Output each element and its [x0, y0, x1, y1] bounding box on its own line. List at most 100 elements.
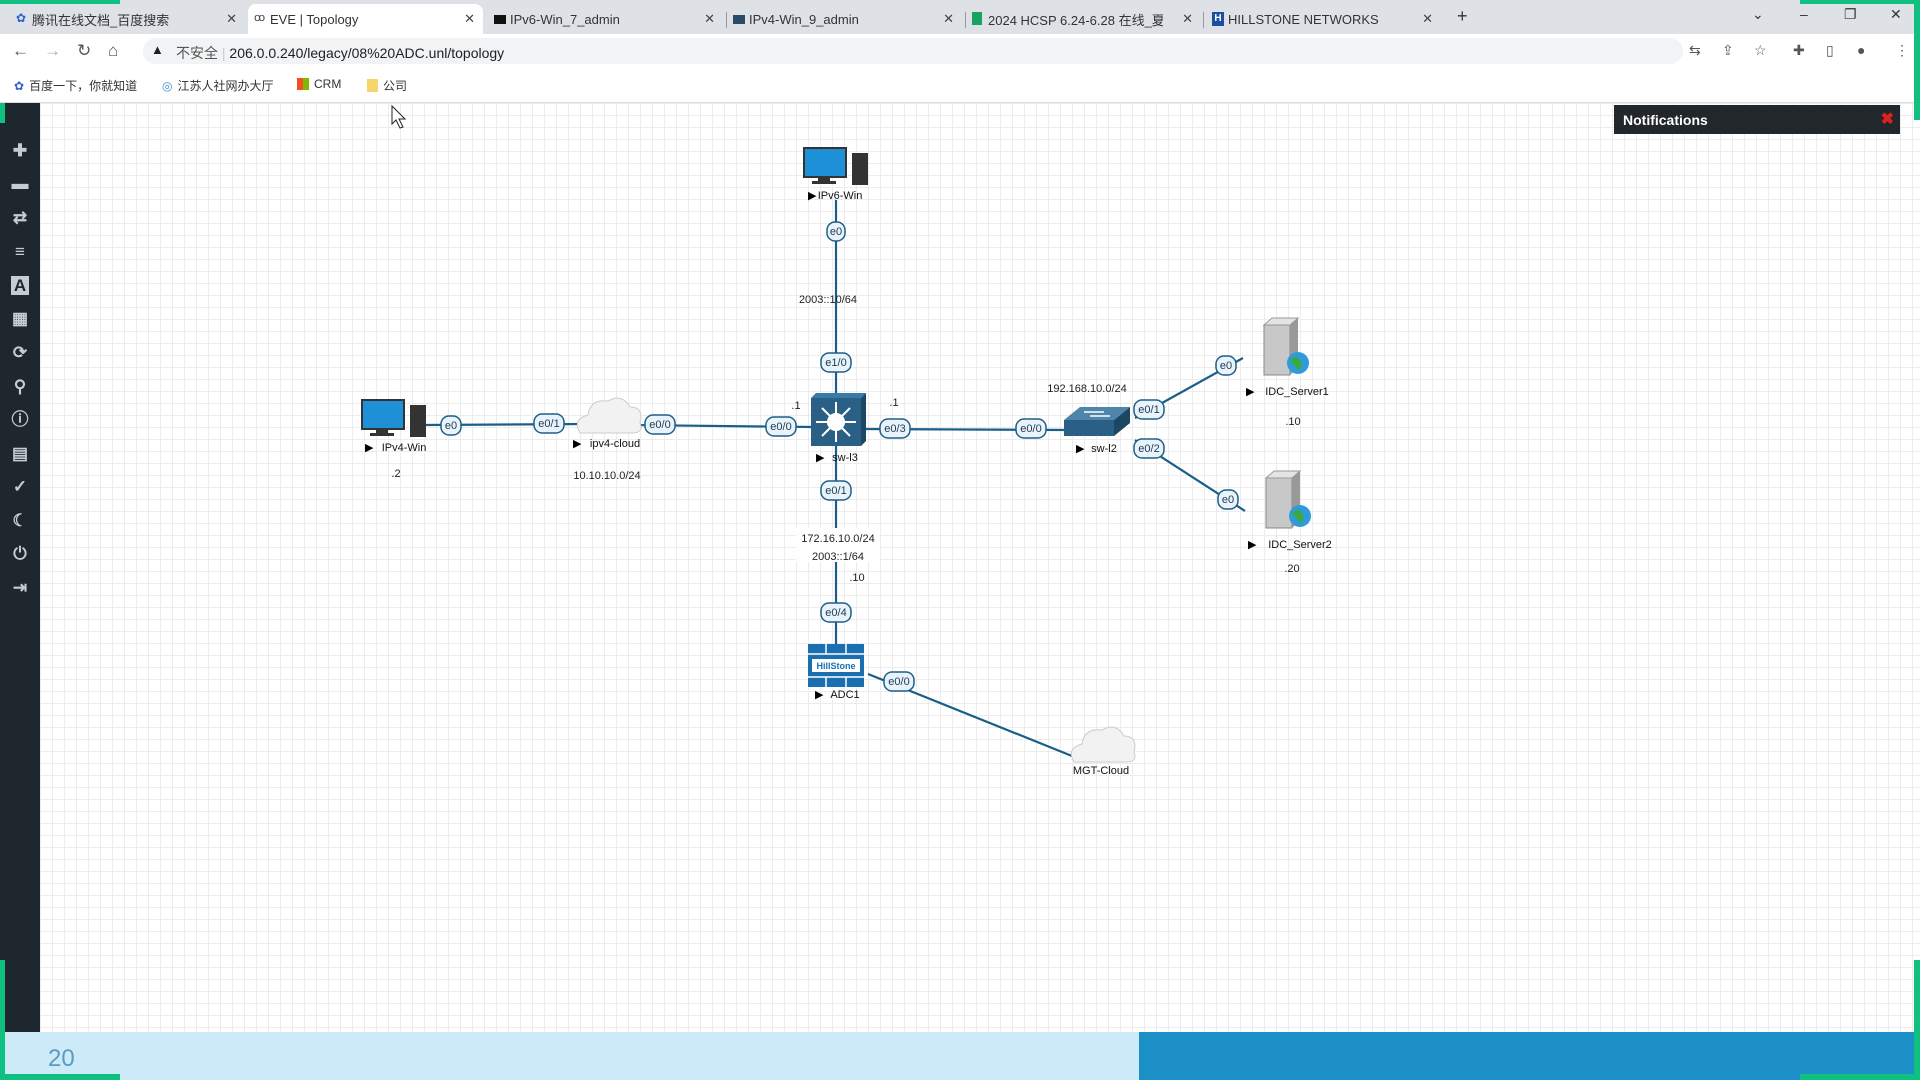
notifications-panel: Notifications ✖	[1614, 105, 1900, 134]
restore-button[interactable]: ❐	[1844, 6, 1857, 23]
svg-text:ADC1: ADC1	[830, 689, 859, 701]
tab-baidu[interactable]: ✿ 腾讯在线文档_百度搜索 ✕	[10, 4, 245, 34]
port-swl3-e0-0[interactable]: e0/0	[765, 416, 797, 437]
port-cloud-e0-1[interactable]: e0/1	[533, 413, 565, 434]
forward-icon[interactable]: →	[44, 41, 61, 61]
port-swl3-e0-1[interactable]: e0/1	[820, 480, 852, 501]
close-tab-icon[interactable]: ✕	[704, 11, 715, 27]
logout-icon[interactable]: ⇥	[9, 577, 31, 599]
node-ipv4-win[interactable]: IPv4-Win ▶	[361, 399, 426, 454]
close-tab-icon[interactable]: ✕	[226, 11, 237, 27]
play-icon[interactable]: ▶	[816, 452, 825, 464]
tab-search-icon[interactable]: ⌄	[1752, 6, 1764, 23]
bookmark-crm[interactable]: CRM	[297, 77, 341, 91]
play-icon[interactable]: ▶	[815, 689, 824, 701]
node-ipv4-cloud[interactable]: ipv4-cloud ▶	[573, 397, 642, 450]
minimize-button[interactable]: –	[1800, 6, 1808, 22]
frame-border	[0, 0, 120, 4]
link-icon[interactable]: ⇄	[9, 207, 31, 229]
extensions-icon[interactable]: ✚	[1793, 42, 1805, 59]
folder-icon	[367, 79, 378, 92]
add-icon[interactable]: ✚	[9, 140, 31, 162]
translate-icon[interactable]: ⇆	[1689, 42, 1701, 59]
swl3-right-ip-label: .1	[889, 397, 898, 409]
baidu-icon: ✿	[14, 78, 25, 93]
menu-icon[interactable]: ⋮	[1895, 42, 1909, 59]
share-icon[interactable]: ⇪	[1722, 42, 1734, 59]
port-swl3-e1-0[interactable]: e1/0	[820, 352, 852, 373]
list-icon[interactable]: ≡	[9, 241, 31, 263]
text-icon[interactable]: A	[9, 275, 31, 297]
bookmark-baidu[interactable]: ✿ 百度一下，你就知道	[14, 77, 137, 94]
frame-border	[0, 960, 5, 1080]
port-adc1-e0-4[interactable]: e0/4	[820, 602, 852, 623]
node-sw-l2[interactable]: sw-l2 ▶	[1064, 407, 1130, 455]
zoom-icon[interactable]: ⚲	[9, 376, 31, 398]
check-icon[interactable]: ✓	[9, 476, 31, 498]
port-idc1-e0[interactable]: e0	[1215, 355, 1237, 376]
tab-eve-topology[interactable]: ꝏ EVE | Topology ✕	[248, 4, 483, 34]
close-tab-icon[interactable]: ✕	[1422, 11, 1433, 27]
close-tab-icon[interactable]: ✕	[943, 11, 954, 27]
port-swl3-e0-3[interactable]: e0/3	[879, 418, 911, 439]
tab-ipv4-win[interactable]: IPv4-Win_9_admin ✕	[727, 4, 962, 34]
play-icon[interactable]: ▶	[1246, 386, 1255, 398]
node-sw-l3[interactable]: sw-l3 ▶	[811, 393, 866, 464]
node-mgt-cloud[interactable]: MGT-Cloud	[1070, 726, 1136, 777]
bookmark-jiangsu[interactable]: ◎ 江苏人社网办大厅	[162, 77, 274, 94]
tab-hillstone[interactable]: H HILLSTONE NETWORKS ✕	[1206, 4, 1441, 34]
port-cloud-e0-0[interactable]: e0/0	[644, 414, 676, 435]
grid-icon[interactable]: ▦	[9, 308, 31, 330]
refresh-icon[interactable]: ⟳	[9, 342, 31, 364]
moon-icon[interactable]: ☾	[9, 510, 31, 532]
home-icon[interactable]: ⌂	[108, 41, 118, 61]
node-icon[interactable]: ▬	[9, 173, 31, 195]
warning-icon: ▲	[151, 42, 164, 57]
node-idc-server2[interactable]: IDC_Server2 ▶	[1248, 470, 1332, 551]
back-icon[interactable]: ←	[12, 41, 29, 61]
port-adc1-e0-0[interactable]: e0/0	[883, 671, 915, 692]
footer-bar: 20	[0, 1032, 1920, 1080]
new-tab-button[interactable]: +	[1457, 6, 1468, 27]
cloud-icon	[576, 397, 642, 434]
topology-canvas[interactable]: IPv6-Win ▶ IPv4-Win ▶ ipv4-cloud ▶ sw-l3…	[40, 103, 1920, 1032]
log-icon[interactable]: ▤	[9, 443, 31, 465]
play-icon[interactable]: ▶	[808, 190, 817, 202]
play-icon[interactable]: ▶	[573, 438, 582, 450]
bookmark-folder-company[interactable]: 公司	[367, 77, 407, 94]
close-tab-icon[interactable]: ✕	[1182, 11, 1193, 27]
profile-icon[interactable]: ●	[1857, 42, 1865, 58]
svg-text:sw-l2: sw-l2	[1091, 443, 1117, 455]
info-icon[interactable]: ⓘ	[9, 409, 31, 431]
port-swl2-e0-2[interactable]: e0/2	[1133, 438, 1165, 459]
side-panel-icon[interactable]: ▯	[1826, 42, 1834, 59]
port-swl2-e0-1[interactable]: e0/1	[1133, 399, 1165, 420]
footer-left	[0, 1032, 1139, 1080]
bookmark-star-icon[interactable]: ☆	[1754, 42, 1767, 59]
port-ipv6win-e0[interactable]: e0	[826, 221, 846, 242]
port-label: e0/2	[1138, 443, 1159, 455]
node-ipv6-win[interactable]: IPv6-Win ▶	[803, 147, 868, 202]
node-idc-server1[interactable]: IDC_Server1 ▶	[1246, 317, 1329, 398]
tab-separator	[1203, 12, 1204, 28]
port-swl2-e0-0[interactable]: e0/0	[1015, 418, 1047, 439]
tab-hcsp[interactable]: 2024 HCSP 6.24-6.28 在线_夏… ✕	[966, 4, 1201, 34]
svg-text:IDC_Server1: IDC_Server1	[1265, 386, 1329, 398]
port-ipv4win-e0[interactable]: e0	[440, 415, 462, 436]
sheet-icon	[972, 12, 982, 25]
play-icon[interactable]: ▶	[1248, 539, 1257, 551]
power-icon[interactable]: ⏻	[9, 543, 31, 565]
play-icon[interactable]: ▶	[365, 442, 374, 454]
port-idc2-e0[interactable]: e0	[1217, 489, 1239, 510]
frame-border	[1914, 0, 1920, 120]
close-window-button[interactable]: ✕	[1890, 6, 1902, 23]
ipv4win-ip-label: .2	[391, 468, 400, 480]
tab-ipv6-win[interactable]: IPv6-Win_7_admin ✕	[488, 4, 723, 34]
node-adc1[interactable]: HillStone ADC1 ▶	[808, 644, 864, 701]
page-number: 20	[48, 1045, 75, 1072]
play-icon[interactable]: ▶	[1076, 443, 1085, 455]
reload-icon[interactable]: ↻	[77, 41, 91, 61]
url-field[interactable]: ▲ 不安全 | 206.0.0.240/legacy/08%20ADC.unl/…	[143, 38, 1683, 64]
close-tab-icon[interactable]: ✕	[464, 11, 475, 27]
close-icon[interactable]: ✖	[1881, 109, 1894, 129]
